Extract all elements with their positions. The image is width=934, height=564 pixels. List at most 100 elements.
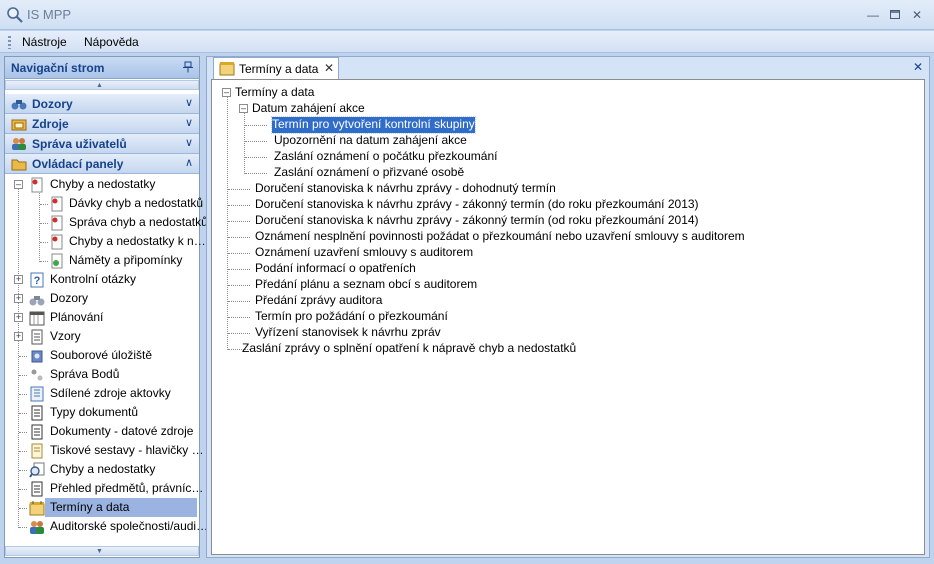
tree-item-namety[interactable]: Náměty a připomínky xyxy=(5,251,199,270)
maximize-icon xyxy=(890,10,900,19)
tree-connector xyxy=(245,157,267,158)
arrow-down-icon: ▼ xyxy=(96,548,103,555)
tree-node[interactable]: Upozornění na datum zahájení akce xyxy=(274,133,467,149)
tree-item-chyby2[interactable]: Chyby a nedostatky xyxy=(5,460,199,479)
group-dozory[interactable]: Dozory ∨ xyxy=(5,94,199,114)
group-zdroje-label: Zdroje xyxy=(32,117,69,131)
tree-item-label: Souborové úložiště xyxy=(50,348,153,362)
title-bar: IS MPP — ✕ xyxy=(0,0,934,30)
expand-icon[interactable]: + xyxy=(14,313,23,322)
tree-item-sdilene[interactable]: Sdílené zdroje aktovky xyxy=(5,384,199,403)
tree-item-planovani[interactable]: + Plánování xyxy=(5,308,199,327)
expand-icon[interactable]: + xyxy=(14,332,23,341)
maximize-button[interactable] xyxy=(884,6,906,24)
tab-label: Termíny a data xyxy=(239,62,319,76)
tree-item-kontrolni[interactable]: + ? Kontrolní otázky xyxy=(5,270,199,289)
close-window-button[interactable]: ✕ xyxy=(906,6,928,24)
tree-node[interactable]: Doručení stanoviska k návrhu zprávy - zá… xyxy=(255,213,699,229)
window-title: IS MPP xyxy=(27,7,72,22)
chevron-down-icon: ∨ xyxy=(184,117,193,129)
tree-node-datum[interactable]: Datum zahájení akce xyxy=(252,101,365,117)
tree-root[interactable]: Termíny a data xyxy=(235,85,314,101)
calendar-icon xyxy=(29,501,45,516)
nav-scroll-down[interactable]: ▼ xyxy=(5,546,199,556)
tree-item-dozory[interactable]: + Dozory xyxy=(5,289,199,308)
collapse-icon[interactable]: – xyxy=(222,88,231,97)
tree-item-sprava-bodu[interactable]: Správa Bodů xyxy=(5,365,199,384)
navigation-title: Navigační strom xyxy=(11,61,105,75)
binoculars-icon xyxy=(29,296,45,306)
tree-item-label: Správa Bodů xyxy=(50,367,120,381)
error-doc-icon xyxy=(51,196,63,212)
tree-item-vzory[interactable]: + Vzory xyxy=(5,327,199,346)
tree-item-terminy[interactable]: Termíny a data xyxy=(5,498,199,517)
tree-node[interactable]: Podání informací o opatřeních xyxy=(255,261,416,277)
svg-text:?: ? xyxy=(34,275,41,287)
minimize-button[interactable]: — xyxy=(862,6,884,24)
points-icon xyxy=(31,369,43,381)
collapse-icon[interactable]: – xyxy=(239,104,248,113)
collapse-icon[interactable]: – xyxy=(14,180,23,189)
menu-help[interactable]: Nápověda xyxy=(84,35,139,49)
nav-scroll-up[interactable]: ▲ xyxy=(5,80,199,90)
tree-item-label: Dozory xyxy=(50,291,89,305)
tree-connector xyxy=(19,356,27,357)
tree-item-dokumenty[interactable]: Dokumenty - datové zdroje xyxy=(5,422,199,441)
tree-node[interactable]: Doručení stanoviska k návrhu zprávy - do… xyxy=(255,181,556,197)
tree-item-chyby[interactable]: – Chyby a nedostatky xyxy=(5,175,199,194)
tree-node-selected[interactable]: Termín pro vytvoření kontrolní skupiny xyxy=(271,116,476,134)
tree-node[interactable]: Zaslání oznámení o počátku přezkoumání xyxy=(274,149,497,165)
tree-node[interactable]: Vyřízení stanovisek k návrhu zpráv xyxy=(255,325,441,341)
toolbar-grip-icon[interactable] xyxy=(8,36,11,49)
users-icon xyxy=(12,138,26,150)
menu-tools[interactable]: Nástroje xyxy=(22,35,67,49)
arrow-up-icon: ▲ xyxy=(96,82,103,89)
shared-icon xyxy=(30,386,44,402)
error-doc-icon xyxy=(51,234,63,250)
magnifier-icon xyxy=(7,7,23,23)
tree-node[interactable]: Termín pro požádání o přezkoumání xyxy=(255,309,448,325)
group-sprava-uzivatelu[interactable]: Správa uživatelů ∨ xyxy=(5,134,199,154)
tree-node[interactable]: Předání zprávy auditora xyxy=(255,293,382,309)
group-zdroje[interactable]: Zdroje ∨ xyxy=(5,114,199,134)
tree-item-label: Náměty a připomínky xyxy=(69,253,183,267)
navigation-header: Navigační strom xyxy=(5,57,199,79)
tree-item-davky[interactable]: Dávky chyb a nedostatků xyxy=(5,194,203,213)
tree-item-chyby-k[interactable]: Chyby a nedostatky k n… xyxy=(5,232,206,251)
tree-item-sprava-chyb[interactable]: Správa chyb a nedostatků xyxy=(5,213,208,232)
tree-node[interactable]: Zaslání oznámení o přizvané osobě xyxy=(274,165,464,181)
tree-connector xyxy=(228,221,250,222)
group-ovladaci-panely[interactable]: Ovládací panely ∧ xyxy=(5,154,199,174)
pin-icon[interactable] xyxy=(182,61,194,73)
tree-item-auditorske[interactable]: Auditorské společnosti/audi… xyxy=(5,517,208,536)
tree-item-souborove[interactable]: Souborové úložiště xyxy=(5,346,199,365)
close-panel-icon[interactable]: ✕ xyxy=(913,60,923,74)
tree-node[interactable]: Oznámení nesplnění povinnosti požádat o … xyxy=(255,229,745,245)
expand-icon[interactable]: + xyxy=(14,275,23,284)
content-panel: Termíny a data ✕ ✕ – Termíny a data – Da… xyxy=(206,56,930,558)
tree-node[interactable]: Oznámení uzavření smlouvy s auditorem xyxy=(255,245,473,261)
tree-item-label: Typy dokumentů xyxy=(50,405,139,419)
question-icon: ? xyxy=(30,272,44,288)
tree-connector xyxy=(19,470,27,471)
group-panels-label: Ovládací panely xyxy=(32,157,124,171)
tree-connector xyxy=(228,253,250,254)
tree-item-tiskove[interactable]: Tiskové sestavy - hlavičky … xyxy=(5,441,204,460)
tree-connector xyxy=(40,261,48,262)
group-users-label: Správa uživatelů xyxy=(32,137,127,151)
document-icon xyxy=(31,481,43,497)
tree-item-label: Kontrolní otázky xyxy=(50,272,137,286)
tree-item-prehled[interactable]: Přehled předmětů, právníc… xyxy=(5,479,203,498)
tree-connector xyxy=(19,413,27,414)
tree-item-typy[interactable]: Typy dokumentů xyxy=(5,403,199,422)
tab-terminy-a-data[interactable]: Termíny a data ✕ xyxy=(213,57,339,79)
tree-node[interactable]: Zaslání zprávy o splnění opatření k nápr… xyxy=(242,341,576,357)
expand-icon[interactable]: + xyxy=(14,294,23,303)
tree-node[interactable]: Předání plánu a seznam obcí s auditorem xyxy=(255,277,477,293)
note-icon xyxy=(51,253,63,269)
close-tab-icon[interactable]: ✕ xyxy=(324,61,334,75)
folder-icon xyxy=(11,159,27,171)
tree-connector xyxy=(19,489,27,490)
tree-node[interactable]: Doručení stanoviska k návrhu zprávy - zá… xyxy=(255,197,699,213)
error-doc-icon xyxy=(31,177,43,193)
